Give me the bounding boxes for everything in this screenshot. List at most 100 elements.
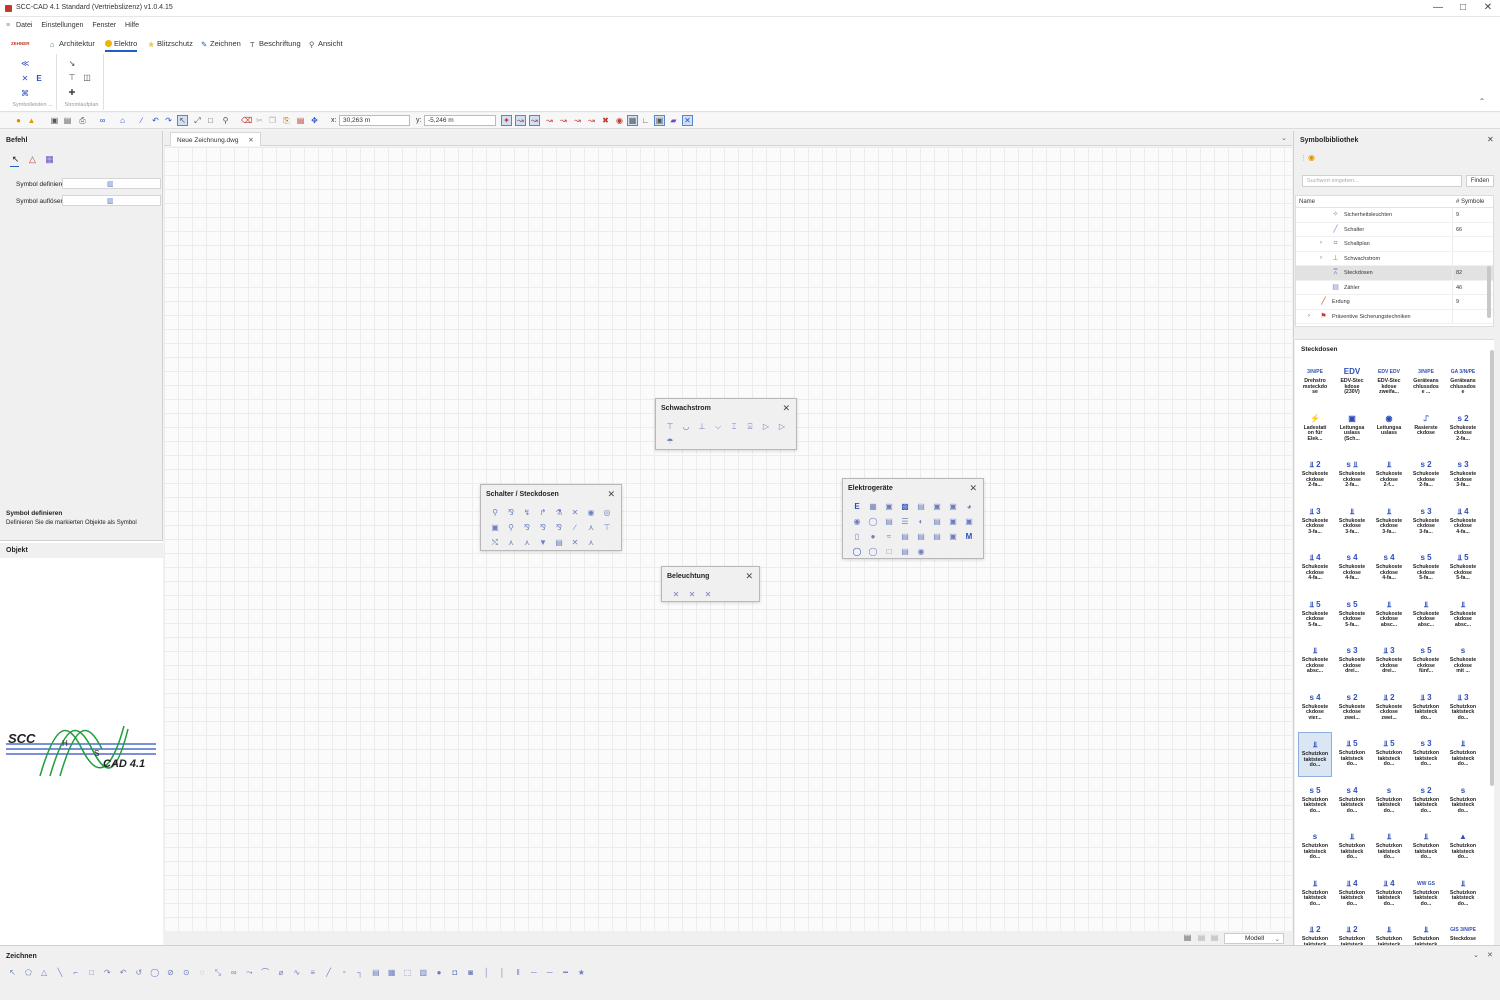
tab-beschriftung[interactable]: T Beschriftung — [250, 39, 301, 49]
serial-switch-symbol-icon[interactable]: ↯ — [519, 505, 535, 520]
close-panel-icon[interactable]: ✕ — [1487, 135, 1494, 144]
snap-endpoint-icon[interactable]: ✦ — [501, 115, 512, 126]
gallery-symbol[interactable]: ⫫ Schukoste ckdose 2-f... — [1372, 453, 1406, 498]
dishwasher-symbol-icon[interactable]: ▩ — [897, 499, 913, 514]
e-icon[interactable]: E — [35, 75, 43, 83]
fill-tool-icon[interactable]: ● — [435, 968, 444, 977]
zoom-icon[interactable]: ⚲ — [221, 116, 230, 125]
terminal-symbol-icon[interactable]: ▤ — [897, 544, 913, 559]
snap-midpoint-icon[interactable]: ↝ — [515, 115, 526, 126]
switch-symbol-icon[interactable]: ⚲ — [487, 505, 503, 520]
gallery-symbol[interactable]: EDV EDV-Stec kdose (230V) — [1335, 360, 1369, 405]
menu-einstellungen[interactable]: Einstellungen — [41, 22, 83, 29]
palette-schalter-steckdosen[interactable]: Schalter / Steckdosen ✕ ⚲ ⅋ ↯ ↱ ⚗ ✕ ◉ ◎ … — [480, 484, 622, 551]
palette-elektrogeraete[interactable]: Elektrogeräte ✕ E ▦ ▣ ▩ ▤ ▣ ▣ ◕ ◉ ◯ ▤ ☰ … — [842, 478, 984, 559]
socket7-symbol-icon[interactable]: ⋏ — [583, 535, 599, 550]
palette-close-icon[interactable]: ✕ — [782, 403, 790, 414]
bezier-tool-icon[interactable]: ∞ — [229, 968, 238, 977]
snap-settings-icon[interactable]: ◉ — [615, 116, 624, 125]
gallery-symbol[interactable]: ⫫Schutzkon taktsteck do... — [1446, 732, 1480, 777]
marker-tool-icon[interactable]: ★ — [577, 968, 586, 977]
menu-hilfe[interactable]: Hilfe — [125, 22, 139, 29]
close-tab-icon[interactable]: ✕ — [248, 137, 253, 144]
new-folder-icon[interactable]: ● — [14, 116, 23, 125]
gallery-symbol[interactable]: s 5 Schutzkon taktsteck do... — [1298, 779, 1332, 824]
controller-symbol-icon[interactable]: ▣ — [945, 529, 961, 544]
gallery-symbol[interactable]: ⫫ 3 Schukoste ckdose 3-fa... — [1298, 500, 1332, 545]
select-icon[interactable]: ↖ — [177, 115, 188, 126]
gallery-symbol[interactable]: s 3 Schukoste ckdose drei... — [1335, 639, 1369, 684]
grid-fill-tool-icon[interactable]: ▦ — [387, 968, 396, 977]
chevron-right-icon[interactable]: › — [1320, 240, 1322, 246]
hood-symbol-icon[interactable]: ▤ — [929, 514, 945, 529]
drag-handle-icon[interactable]: ⋮ — [1300, 154, 1307, 162]
corner-tool-icon[interactable]: ┐ — [356, 968, 365, 977]
socket5-symbol-icon[interactable]: ▤ — [551, 535, 567, 550]
switch2-symbol-icon[interactable]: ⅋ — [535, 520, 551, 535]
gallery-symbol[interactable]: ⫫Schutzkon taktsteck do... — [1335, 825, 1369, 870]
camera-symbol-icon[interactable]: ☂ — [662, 434, 678, 449]
antenna-symbol-icon[interactable]: ⊤ — [662, 419, 678, 434]
gallery-symbol[interactable]: s 4 Schukoste ckdose 4-fa... — [1335, 546, 1369, 591]
dashline-tool-icon[interactable]: ⁃ — [340, 968, 349, 977]
donut-tool-icon[interactable]: ⊙ — [182, 968, 191, 977]
multiline-tool-icon[interactable]: ≡ — [308, 968, 317, 977]
hamburger-icon[interactable]: ≡ — [6, 22, 10, 29]
dryer-symbol-icon[interactable]: ◕ — [961, 499, 977, 514]
gallery-symbol[interactable]: EDV EDV EDV-Stec kdose zweifa... — [1372, 360, 1406, 405]
region-tool-icon[interactable]: ⬚ — [403, 968, 412, 977]
palette-close-icon[interactable]: ✕ — [969, 483, 977, 494]
gallery-scrollbar[interactable] — [1490, 350, 1494, 786]
pump-symbol-icon[interactable]: ▣ — [945, 514, 961, 529]
tree-row[interactable]: › ⌗ Schaltplan — [1296, 237, 1493, 252]
fridge-symbol-icon[interactable]: ▤ — [913, 499, 929, 514]
line-icon[interactable]: ∕ — [137, 116, 146, 125]
tree-row[interactable]: › ⊥ Schwachstrom — [1296, 251, 1493, 266]
gallery-symbol[interactable]: s 2 Schukoste ckdose 2-fa... — [1446, 407, 1480, 452]
snap-tangent-icon[interactable]: ↝ — [573, 116, 582, 125]
bell-symbol-icon[interactable]: ▷ — [774, 419, 790, 434]
curve-tool-icon[interactable]: ⤳ — [245, 968, 254, 977]
model-view-icon[interactable]: ▤ — [1183, 933, 1192, 942]
save-icon[interactable]: ▣ — [50, 116, 59, 125]
line-tool-icon[interactable]: ╲ — [55, 968, 64, 977]
spline-tool-icon[interactable]: ◌ — [198, 968, 207, 977]
gallery-symbol[interactable]: ⫫ 5 Schutzkon taktsteck do... — [1335, 732, 1369, 777]
mask-tool-icon[interactable]: ◘ — [450, 968, 459, 977]
motion-detector-symbol-icon[interactable]: ◉ — [583, 505, 599, 520]
gallery-symbol[interactable]: ◉ Leitungsa uslass — [1372, 407, 1406, 452]
grid-toggle-icon[interactable]: ▦ — [627, 115, 638, 126]
socket4-symbol-icon[interactable]: ▼ — [535, 535, 551, 550]
open-icon[interactable]: ▲ — [27, 116, 36, 125]
arc-reverse-tool-icon[interactable]: ↶ — [119, 968, 128, 977]
select-tool-icon[interactable]: ↖ — [8, 968, 17, 977]
polyline-tool-icon[interactable]: ⌐ — [71, 968, 80, 977]
crosshair-icon[interactable]: ✕ — [682, 115, 693, 126]
air-symbol-icon[interactable]: ≈ — [881, 529, 897, 544]
tab-ansicht[interactable]: ⚲ Ansicht — [309, 39, 343, 49]
gallery-symbol[interactable]: ⫫ 4 Schutzkon taktsteck do... — [1372, 872, 1406, 917]
circle-tool-icon[interactable]: ◯ — [150, 968, 159, 977]
pushbutton-symbol-icon[interactable]: ✕ — [567, 505, 583, 520]
y-coordinate-input[interactable]: -5,246 m — [424, 115, 496, 126]
intercom-symbol-icon[interactable]: ◡ — [678, 419, 694, 434]
drawing-canvas[interactable]: Schwachstrom ✕ ⊤ ◡ ⊥ ⌵ ⌶ ⍓ ▷ ▷ ☂ Schalte… — [164, 147, 1292, 931]
connect-tool-icon[interactable]: ⤡ — [213, 968, 222, 977]
clock-symbol-icon[interactable]: ◯ — [865, 544, 881, 559]
fan-symbol-icon[interactable]: ◐ — [913, 514, 929, 529]
tabs-dropdown-icon[interactable]: ⌄ — [1281, 134, 1287, 142]
socket6-symbol-icon[interactable]: ✕ — [567, 535, 583, 550]
speaker-symbol-icon[interactable]: ▷ — [758, 419, 774, 434]
arc-tool-icon[interactable]: ↷ — [103, 968, 112, 977]
move-icon[interactable]: ✥ — [310, 116, 319, 125]
data-outlet-symbol-icon[interactable]: ⌶ — [726, 419, 742, 434]
find-button[interactable]: Finden — [1466, 175, 1494, 187]
gallery-symbol[interactable]: s 4 Schutzkon taktsteck do... — [1335, 779, 1369, 824]
gallery-symbol[interactable]: s Schutzkon taktsteck do... — [1372, 779, 1406, 824]
bulb-icon[interactable]: ⌘ — [21, 90, 29, 98]
dimmer-symbol-icon[interactable]: ⅋ — [503, 505, 519, 520]
gallery-symbol[interactable]: ⫫ 4 Schutzkon taktsteck do... — [1335, 872, 1369, 917]
tree-row[interactable]: ⩞ Steckdosen 82 — [1296, 266, 1493, 281]
tree-row[interactable]: ╱ Schalter 66 — [1296, 222, 1493, 237]
gallery-symbol[interactable]: ⫫Schutzkon taktsteck do... — [1446, 872, 1480, 917]
